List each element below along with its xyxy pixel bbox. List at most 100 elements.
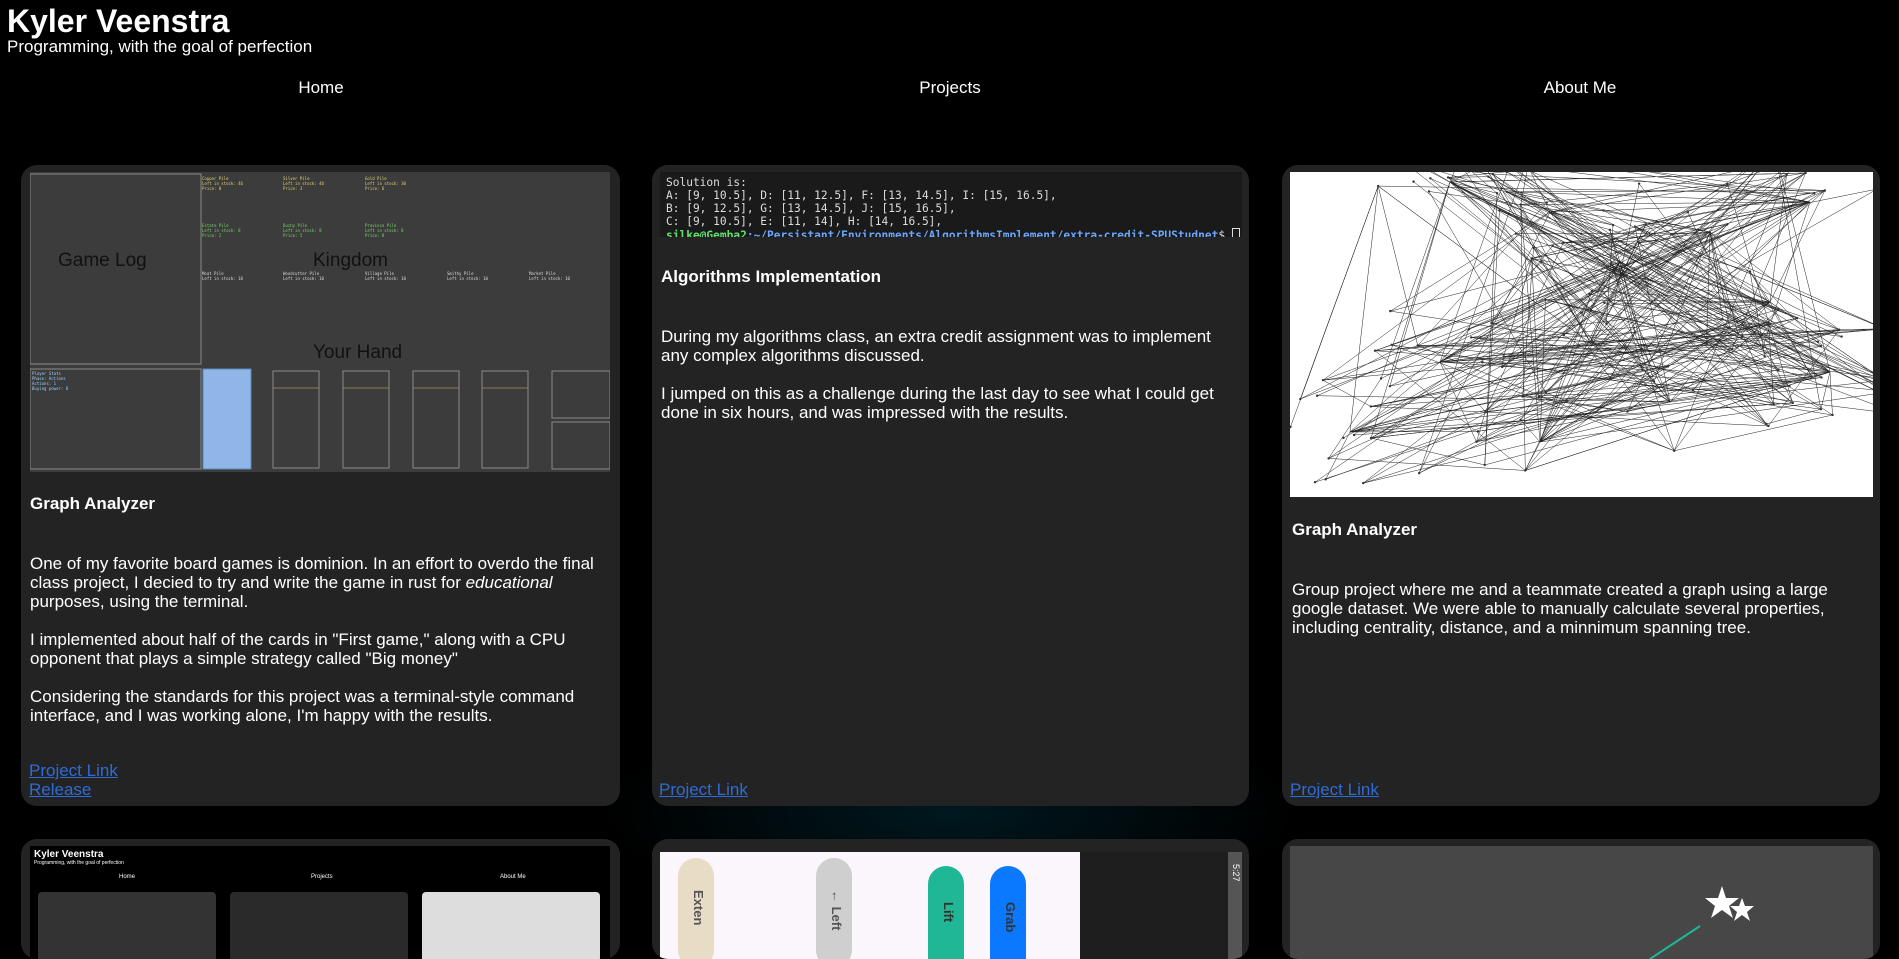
project-card-robot-controller: Exten ← Left Lift Grab 5:27 [652, 839, 1249, 959]
graph-node [1315, 394, 1319, 397]
graph-node [1612, 302, 1616, 306]
graph-edge [1370, 437, 1485, 466]
release-link[interactable]: Release [29, 780, 91, 799]
website-screenshot: Kyler Veenstra Programming, with the goa… [30, 846, 610, 959]
project-link[interactable]: Project Link [1290, 780, 1379, 799]
svg-text:Price: 0: Price: 0 [202, 186, 222, 191]
graph-edge [1370, 406, 1769, 427]
graph-node [1369, 405, 1373, 408]
graph-edge [1300, 250, 1585, 400]
graph-node [1831, 413, 1834, 417]
graph-edge [1354, 402, 1793, 436]
project-link[interactable]: Project Link [659, 780, 748, 799]
mini-site-title: Kyler Veenstra [34, 849, 104, 860]
graph-node [1767, 321, 1770, 324]
graph-node [1641, 368, 1644, 371]
graph-node [1521, 395, 1524, 398]
graph-node [1795, 316, 1799, 320]
project-link[interactable]: Project Link [29, 761, 118, 780]
nav-about-link[interactable]: About Me [1430, 78, 1730, 98]
card-description: During my algorithms class, an extra cre… [661, 327, 1214, 422]
graph-edge [1674, 414, 1833, 451]
graph-edge [1378, 185, 1815, 194]
graph-node [1655, 220, 1658, 223]
graph-node [1694, 231, 1697, 235]
graph-node [1763, 354, 1766, 358]
graph-node [1342, 436, 1345, 440]
terminal-cursor [1231, 228, 1240, 237]
graph-node [1530, 257, 1533, 260]
site-tagline: Programming, with the goal of perfection [7, 37, 313, 56]
svg-text:Price: 5: Price: 5 [283, 233, 303, 238]
graph-node [1644, 223, 1647, 226]
graph-edge [1363, 371, 1831, 484]
graph-node [1475, 440, 1478, 444]
graph-node [1673, 449, 1676, 452]
graph-node [1819, 408, 1823, 411]
graph-node [1544, 391, 1548, 394]
graph-node [1379, 377, 1383, 380]
graph-network-art [1290, 172, 1873, 485]
graph-node [1610, 261, 1613, 264]
mini-nav-projects: Projects [311, 874, 333, 880]
extend-button-label: Exten [691, 890, 706, 926]
graph-node [1602, 281, 1606, 284]
svg-text:Price: 3: Price: 3 [283, 186, 303, 191]
phone-dark-area: 5:27 [1080, 852, 1242, 959]
graph-edge [1448, 177, 1711, 233]
graph-node [1427, 190, 1431, 193]
graph-node [1641, 348, 1644, 351]
svg-text:Price: 8: Price: 8 [365, 233, 385, 238]
stars-screenshot [1290, 846, 1873, 959]
graph-edge [1655, 172, 1746, 241]
graph-node [1608, 228, 1612, 232]
graph-node [1490, 321, 1493, 325]
mini-site-tagline: Programming, with the goal of perfection [34, 860, 124, 866]
graph-node [1498, 209, 1501, 212]
graph-node [1785, 173, 1788, 176]
svg-text:Left in stock: 10: Left in stock: 10 [202, 276, 244, 281]
graph-node [1580, 311, 1584, 314]
nav-projects-link[interactable]: Projects [800, 78, 1100, 98]
nav-home-link[interactable]: Home [171, 78, 471, 98]
graph-node [1545, 201, 1548, 204]
graph-node [1502, 355, 1505, 358]
graph-edge [1370, 224, 1728, 439]
graph-node [1637, 182, 1641, 185]
graph-node [1505, 190, 1509, 194]
svg-text:Left in stock: 10: Left in stock: 10 [447, 276, 489, 281]
graph-node [1691, 388, 1695, 392]
kingdom-label: Kingdom [313, 250, 388, 271]
graph-node [1594, 411, 1597, 414]
graph-node [1583, 249, 1586, 252]
graph-node [1840, 335, 1843, 338]
graph-node [1483, 463, 1486, 467]
graph-node [1670, 233, 1673, 236]
graph-node [1726, 182, 1729, 186]
graph-node [1532, 246, 1535, 250]
graph-node [1819, 344, 1823, 348]
graph-node [1327, 457, 1330, 460]
project-card-website: Kyler Veenstra Programming, with the goa… [21, 839, 620, 959]
graph-edge [1692, 376, 1812, 391]
graph-edge [1322, 379, 1371, 407]
graph-node [1643, 362, 1646, 366]
graph-edge [1349, 431, 1478, 433]
graph-screenshot [1290, 172, 1873, 497]
graph-node [1544, 298, 1547, 301]
left-button-label: ← Left [829, 890, 844, 931]
project-card-stars [1282, 839, 1880, 959]
graph-node [1362, 481, 1365, 485]
your-hand-label: Your Hand [313, 342, 403, 363]
mini-nav-about: About Me [500, 874, 526, 880]
graph-edge [1766, 408, 1821, 425]
graph-node [1416, 344, 1419, 347]
graph-node [1562, 241, 1565, 245]
graph-edge [1370, 349, 1643, 407]
graph-node [1467, 327, 1471, 331]
graph-edge [1613, 301, 1771, 305]
graph-edge [1762, 201, 1811, 348]
graph-node [1495, 192, 1499, 195]
graph-edge [1829, 371, 1833, 415]
graph-edge [1447, 177, 1607, 324]
